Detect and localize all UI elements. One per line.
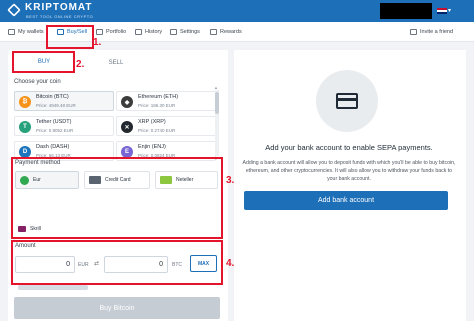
buy-bitcoin-button[interactable]: Buy Bitcoin — [14, 297, 220, 319]
coin-price: Price: 0.9052 EUR — [36, 128, 74, 133]
coin-option-eth[interactable]: ◆ Ethereum (ETH) Price: 186.30 EUR — [116, 91, 216, 111]
history-icon — [135, 29, 142, 35]
nav-label: Rewards — [220, 29, 242, 35]
kriptomat-logo[interactable]: KRIPTOMAT BEST TOOL ONLINE CRYPTO — [7, 2, 98, 19]
logo-text: KRIPTOMAT — [25, 2, 93, 13]
highlight-box-3 — [11, 157, 223, 239]
coin-name: Bitcoin (BTC) — [36, 94, 69, 100]
ethereum-icon: ◆ — [121, 96, 133, 108]
xrp-icon: ✕ — [121, 121, 133, 133]
coin-name: Dash (DASH) — [36, 144, 70, 150]
bank-icon-circle — [316, 70, 378, 132]
logo-icon — [7, 3, 21, 17]
coin-name: Enjin (ENJ) — [138, 144, 166, 150]
step-1-label: 1. — [93, 37, 102, 48]
coin-option-usdt[interactable]: T Tether (USDT) Price: 0.9052 EUR — [14, 116, 114, 136]
coin-list-scrollbar[interactable] — [215, 90, 219, 156]
user-plus-icon — [410, 29, 417, 35]
coin-price: Price: 186.30 EUR — [138, 103, 176, 108]
coin-name: Ethereum (ETH) — [138, 94, 179, 100]
gear-icon — [170, 29, 177, 35]
nav-label: My wallets — [18, 29, 44, 35]
scrollbar-thumb[interactable] — [215, 92, 219, 114]
highlight-box-1 — [46, 25, 94, 49]
step-2-label: 2. — [76, 59, 85, 70]
fee-note — [18, 285, 88, 290]
top-bar: KRIPTOMAT BEST TOOL ONLINE CRYPTO ▾ — [0, 0, 474, 22]
nav-label: History — [145, 29, 163, 35]
coin-price: Price: 0.2740 EUR — [138, 128, 176, 133]
add-bank-account-button[interactable]: Add bank account — [244, 191, 448, 210]
uk-flag-icon[interactable] — [437, 8, 447, 14]
highlight-box-2 — [12, 51, 75, 73]
coin-name: Tether (USDT) — [36, 119, 72, 125]
nav-my-wallets[interactable]: My wallets — [8, 22, 44, 42]
step-3-label: 3. — [226, 175, 235, 186]
highlight-box-4 — [11, 240, 223, 285]
bank-description: Adding a bank account will allow you to … — [242, 160, 456, 182]
nav-history[interactable]: History — [135, 22, 162, 42]
coin-option-xrp[interactable]: ✕ XRP (XRP) Price: 0.2740 EUR — [116, 116, 216, 136]
logo-tagline: BEST TOOL ONLINE CRYPTO — [26, 14, 94, 19]
coin-option-btc[interactable]: ₿ Bitcoin (BTC) Price: 4949.48 EUR — [14, 91, 114, 111]
bank-title: Add your bank account to enable SEPA pay… — [265, 143, 433, 152]
invite-label: Invite a friend — [420, 29, 454, 35]
nav-label: Settings — [180, 29, 200, 35]
credit-card-icon — [336, 93, 358, 109]
chevron-down-icon[interactable]: ▾ — [448, 7, 451, 14]
bitcoin-icon: ₿ — [19, 96, 31, 108]
coin-name: XRP (XRP) — [138, 119, 166, 125]
tab-sell[interactable]: SELL — [86, 53, 146, 73]
invite-friend-link[interactable]: Invite a friend — [410, 22, 453, 42]
redacted-user-account[interactable] — [380, 3, 432, 19]
step-4-label: 4. — [226, 258, 235, 269]
tether-icon: T — [19, 121, 31, 133]
wallet-icon — [8, 29, 15, 35]
nav-rewards[interactable]: Rewards — [210, 22, 242, 42]
choose-coin-label: Choose your coin — [14, 79, 61, 85]
nav-settings[interactable]: Settings — [170, 22, 200, 42]
coin-price: Price: 4949.48 EUR — [36, 103, 76, 108]
gift-icon — [210, 29, 217, 35]
chart-icon — [96, 29, 103, 35]
nav-label: Portfolio — [106, 29, 127, 35]
